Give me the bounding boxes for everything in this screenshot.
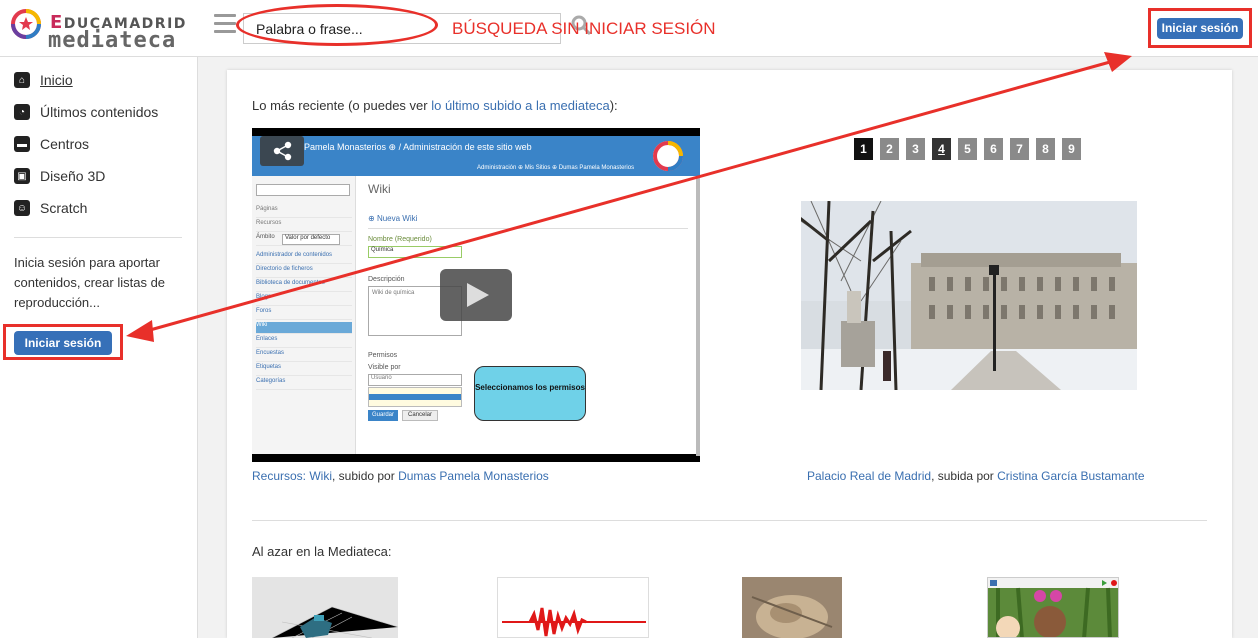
arrowhead-right bbox=[1104, 52, 1132, 72]
annotation-arrows bbox=[126, 52, 1132, 342]
arrow-line bbox=[149, 60, 1111, 332]
arrowhead-left bbox=[126, 320, 154, 342]
